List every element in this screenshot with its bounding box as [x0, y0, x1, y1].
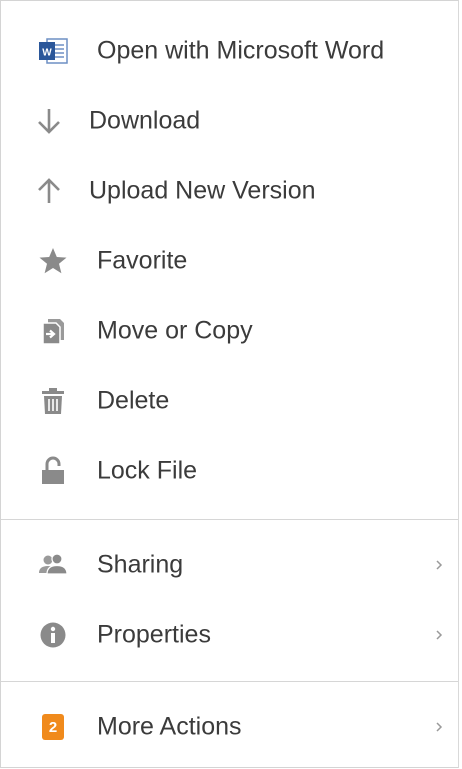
badge-icon: 2: [35, 709, 71, 745]
arrow-up-icon: [31, 173, 67, 209]
svg-text:W: W: [42, 48, 52, 59]
menu-item-upload-new-version[interactable]: Upload New Version: [1, 156, 458, 226]
menu-item-label: Properties: [97, 620, 211, 649]
arrow-down-icon: [31, 103, 67, 139]
menu-item-label: Delete: [97, 386, 170, 415]
menu-item-label: Favorite: [97, 246, 188, 275]
menu-item-move-or-copy[interactable]: Move or Copy: [1, 296, 458, 366]
context-menu: W Open with Microsoft Word Download Uplo…: [0, 0, 459, 768]
menu-item-label: Move or Copy: [97, 316, 253, 345]
menu-divider: [1, 681, 458, 682]
menu-item-label: More Actions: [97, 712, 242, 741]
menu-item-lock-file[interactable]: Lock File: [1, 436, 458, 506]
menu-item-label: Lock File: [97, 456, 198, 485]
lock-icon: [35, 453, 71, 489]
info-icon: [35, 617, 71, 653]
menu-item-more-actions[interactable]: 2 More Actions: [1, 692, 458, 762]
menu-item-favorite[interactable]: Favorite: [1, 226, 458, 296]
menu-item-label: Open with Microsoft Word: [97, 36, 385, 65]
more-actions-count-badge: 2: [42, 714, 64, 740]
menu-divider: [1, 519, 458, 520]
move-copy-icon: [35, 313, 71, 349]
menu-item-download[interactable]: Download: [1, 86, 458, 156]
users-icon: [35, 547, 71, 583]
menu-item-label: Download: [89, 106, 201, 135]
menu-item-delete[interactable]: Delete: [1, 366, 458, 436]
star-icon: [35, 243, 71, 279]
menu-item-sharing[interactable]: Sharing: [1, 530, 458, 600]
menu-item-properties[interactable]: Properties: [1, 600, 458, 670]
menu-item-label: Sharing: [97, 550, 184, 579]
chevron-right-icon: [436, 630, 443, 640]
chevron-right-icon: [436, 722, 443, 732]
chevron-right-icon: [436, 560, 443, 570]
menu-item-label: Upload New Version: [89, 176, 316, 205]
trash-icon: [35, 383, 71, 419]
menu-item-open-with-word[interactable]: W Open with Microsoft Word: [1, 16, 458, 86]
word-icon: W: [35, 33, 71, 69]
